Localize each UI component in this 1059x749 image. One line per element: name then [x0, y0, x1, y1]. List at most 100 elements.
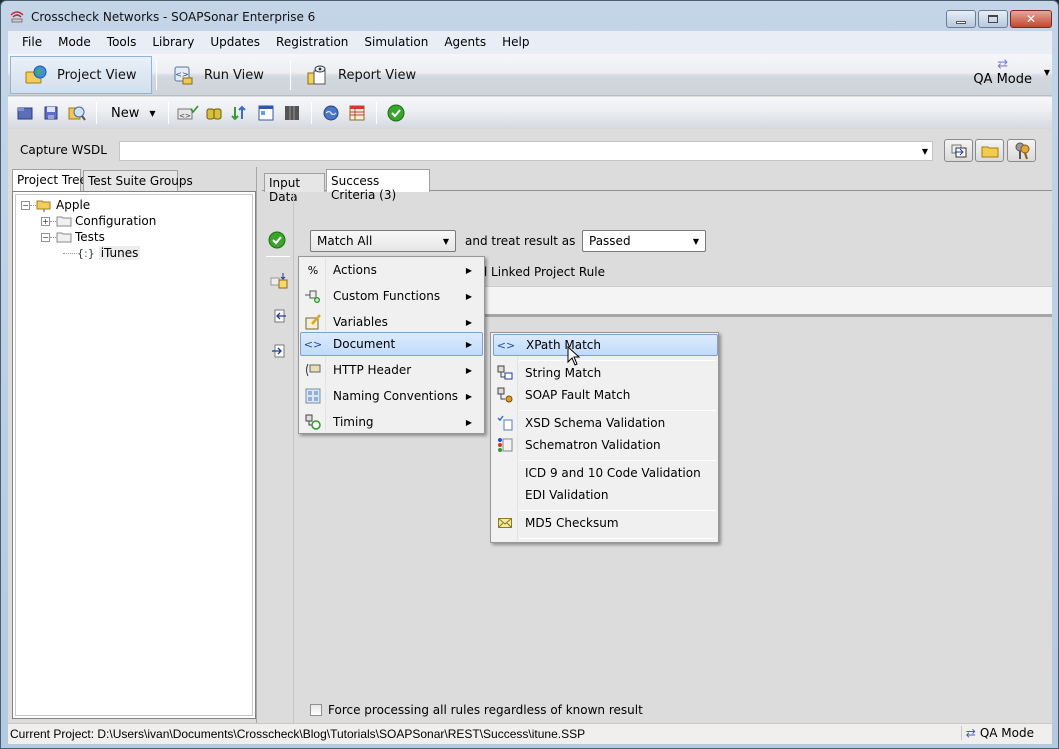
- submenu-arrow-icon: ▶: [465, 391, 472, 401]
- force-processing-option[interactable]: Force processing all rules regardless of…: [310, 703, 643, 717]
- status-mode[interactable]: ⇄ QA Mode: [960, 726, 1034, 740]
- menu-item-label: Schematron Validation: [525, 438, 661, 452]
- menu-mode[interactable]: Mode: [50, 31, 99, 54]
- http-header-icon: [304, 361, 322, 379]
- menu-item-timing[interactable]: Timing ▶: [301, 410, 482, 434]
- string-match-icon: [496, 364, 514, 382]
- menu-item-soap-fault-match[interactable]: SOAP Fault Match: [493, 384, 718, 406]
- menu-item-label: ICD 9 and 10 Code Validation: [525, 466, 701, 480]
- tree-label: Apple: [56, 198, 91, 212]
- search-folder-icon[interactable]: [66, 102, 88, 124]
- expand-toggle[interactable]: +: [41, 216, 50, 226]
- menu-help[interactable]: Help: [494, 31, 537, 54]
- project-view-icon: [25, 65, 47, 84]
- menu-item-md5-checksum[interactable]: MD5 Checksum: [493, 512, 718, 534]
- menu-item-variables[interactable]: Variables ▶: [301, 310, 482, 334]
- globe-icon[interactable]: [320, 102, 342, 124]
- import-rule-icon[interactable]: [270, 272, 288, 290]
- minimize-button[interactable]: [946, 10, 976, 28]
- menu-item-http-header[interactable]: HTTP Header ▶: [301, 358, 482, 382]
- collapse-toggle[interactable]: −: [21, 200, 30, 210]
- window-icon[interactable]: [255, 102, 277, 124]
- import-icon[interactable]: [270, 307, 288, 325]
- open-folder-icon[interactable]: [14, 102, 36, 124]
- validate-icon[interactable]: [268, 231, 286, 249]
- tree-node-configuration[interactable]: + Configuration: [41, 213, 156, 229]
- tree-label: Tests: [75, 230, 105, 244]
- qa-mode-button[interactable]: ⇄ QA Mode: [973, 58, 1032, 88]
- menu-item-edi-validation[interactable]: EDI Validation: [493, 484, 718, 506]
- check-circle-icon[interactable]: [385, 102, 407, 124]
- document-submenu: <> XPath Match String Match SOAP Fault M…: [490, 332, 719, 543]
- new-dropdown-caret[interactable]: ▼: [149, 109, 155, 118]
- sort-icon[interactable]: [229, 102, 251, 124]
- menu-item-document[interactable]: <> Document ▶: [300, 332, 483, 356]
- columns-icon[interactable]: [281, 102, 303, 124]
- tree-node-itunes[interactable]: {:} iTunes: [63, 245, 141, 261]
- menu-item-label: String Match: [525, 366, 602, 380]
- browse-folder-button[interactable]: [975, 139, 1004, 162]
- qa-mode-dropdown-caret[interactable]: ▼: [1044, 68, 1050, 77]
- tree-node-tests[interactable]: − Tests: [41, 229, 105, 245]
- menu-separator: [519, 538, 716, 539]
- menu-library[interactable]: Library: [144, 31, 202, 54]
- cylinders-icon[interactable]: [203, 102, 225, 124]
- report-view-button[interactable]: Report View: [292, 56, 424, 94]
- tree-label: Configuration: [75, 214, 157, 228]
- menu-file[interactable]: File: [14, 31, 50, 54]
- export-icon[interactable]: [270, 342, 288, 360]
- capture-wsdl-button[interactable]: [944, 139, 973, 162]
- menu-simulation[interactable]: Simulation: [356, 31, 436, 54]
- menu-item-icd-code-validation[interactable]: ICD 9 and 10 Code Validation: [493, 462, 718, 484]
- project-view-label: Project View: [57, 67, 137, 83]
- view-separator: [290, 60, 291, 90]
- capture-wsdl-row: Capture WSDL ▼: [8, 135, 1052, 165]
- maximize-button[interactable]: [978, 10, 1008, 28]
- capture-wsdl-input[interactable]: ▼: [119, 141, 933, 161]
- force-processing-checkbox[interactable]: [310, 704, 322, 716]
- tab-test-suite-groups[interactable]: Test Suite Groups: [83, 170, 193, 191]
- result-select[interactable]: Passed ▼: [582, 230, 706, 252]
- menu-agents[interactable]: Agents: [436, 31, 494, 54]
- menu-item-string-match[interactable]: String Match: [493, 362, 718, 384]
- tree-node-apple[interactable]: − Apple: [21, 197, 90, 213]
- save-icon[interactable]: [40, 102, 62, 124]
- wsdl-dropdown-caret[interactable]: ▼: [922, 147, 928, 156]
- menu-item-schematron-validation[interactable]: Schematron Validation: [493, 434, 718, 456]
- menu-item-label: Variables: [333, 315, 388, 329]
- grid-icon[interactable]: [346, 102, 368, 124]
- timing-icon: [304, 413, 322, 431]
- new-button[interactable]: New: [105, 106, 145, 121]
- project-view-button[interactable]: Project View: [10, 56, 152, 94]
- tab-input-data[interactable]: Input Data: [264, 173, 325, 204]
- run-view-label: Run View: [204, 67, 264, 83]
- collapse-toggle[interactable]: −: [41, 232, 50, 242]
- add-criteria-icon[interactable]: <>: [177, 102, 199, 124]
- actions-icon: %: [307, 263, 319, 277]
- menu-item-actions[interactable]: % Actions ▶: [301, 258, 482, 282]
- side-divider: [266, 256, 290, 257]
- project-tree: − Apple + Configuration − Tests {:} iTun…: [12, 191, 256, 719]
- menu-item-label: XSD Schema Validation: [525, 416, 666, 430]
- status-bar: Current Project: D:\Users\ivan\Documents…: [8, 723, 1052, 744]
- menu-registration[interactable]: Registration: [268, 31, 356, 54]
- menu-item-label: XPath Match: [526, 338, 602, 352]
- match-mode-select[interactable]: Match All ▼: [310, 230, 456, 252]
- menu-item-xpath-match[interactable]: <> XPath Match: [493, 334, 718, 356]
- toolbar-separator: [96, 102, 97, 124]
- tab-success-criteria[interactable]: Success Criteria (3): [326, 169, 430, 202]
- run-view-button[interactable]: <> Run View: [158, 56, 286, 94]
- tab-project-tree[interactable]: Project Tree: [12, 169, 87, 191]
- menu-item-label: HTTP Header: [333, 363, 412, 377]
- app-icon: [10, 11, 24, 23]
- minimize-icon: [956, 20, 966, 24]
- schematron-icon: [496, 436, 514, 454]
- menu-item-custom-functions[interactable]: Custom Functions ▶: [301, 284, 482, 308]
- menu-item-xsd-schema-validation[interactable]: XSD Schema Validation: [493, 412, 718, 434]
- custom-functions-icon: [304, 287, 322, 305]
- menu-item-naming-conventions[interactable]: Naming Conventions ▶: [301, 384, 482, 408]
- menu-tools[interactable]: Tools: [99, 31, 145, 54]
- keys-button[interactable]: [1007, 139, 1036, 162]
- close-button[interactable]: ✕: [1010, 10, 1052, 28]
- menu-updates[interactable]: Updates: [202, 31, 268, 54]
